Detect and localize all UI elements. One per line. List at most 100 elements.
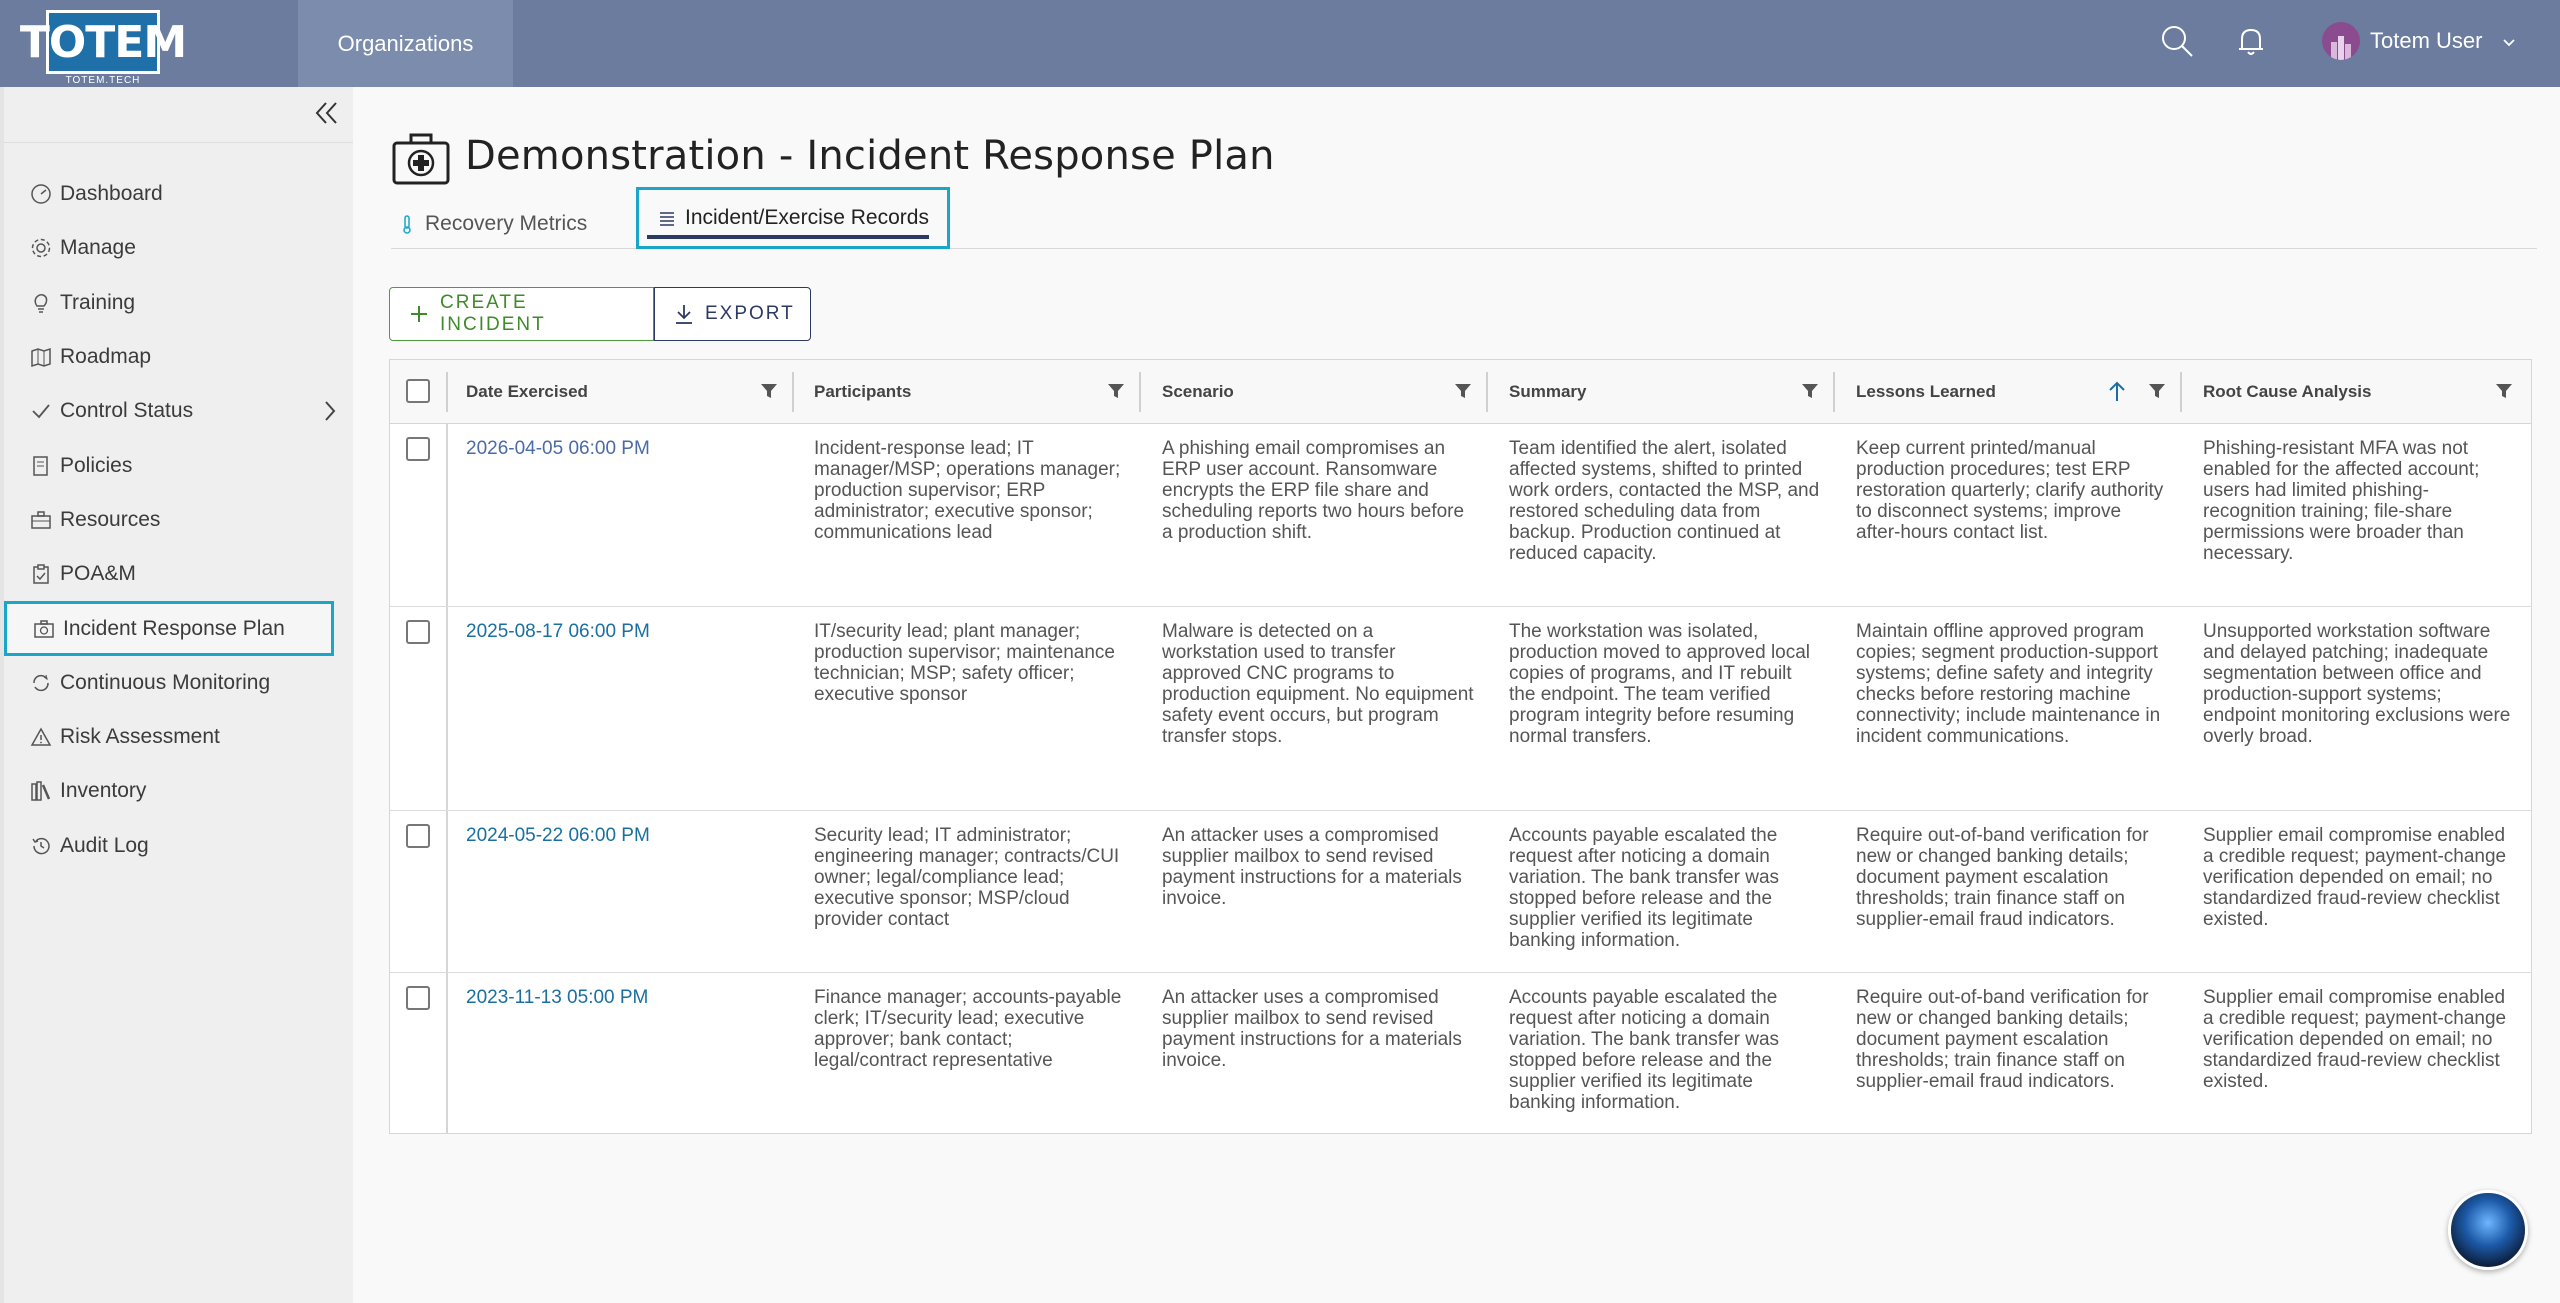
filter-icon[interactable] xyxy=(1107,382,1125,400)
sidebar-item-audit-log[interactable]: Audit Log xyxy=(4,819,357,873)
totem-logo[interactable]: TOTEM TOTEM.TECH xyxy=(20,10,187,86)
column-header-scenario[interactable]: Scenario xyxy=(1162,360,1234,424)
date-exercised-link[interactable]: 2025-08-17 06:00 PM xyxy=(466,621,786,642)
thermometer-icon xyxy=(397,214,417,234)
row-separator xyxy=(446,811,448,972)
download-icon xyxy=(675,304,693,324)
column-header-date-exercised[interactable]: Date Exercised xyxy=(466,360,588,424)
row-checkbox[interactable] xyxy=(406,620,430,644)
collapse-sidebar-icon[interactable] xyxy=(312,99,340,127)
table-row[interactable]: 2023-11-13 05:00 PM Finance manager; acc… xyxy=(390,973,2531,1133)
filter-icon[interactable] xyxy=(1801,382,1819,400)
sidebar-item-continuous-monitoring[interactable]: Continuous Monitoring xyxy=(4,656,357,710)
participants-cell: Security lead; IT administrator; enginee… xyxy=(814,825,1120,930)
cycle-icon xyxy=(30,672,52,694)
bell-icon[interactable] xyxy=(2234,24,2274,64)
scenario-cell: An attacker uses a compromised supplier … xyxy=(1162,987,1462,1071)
toolbar: CREATE INCIDENT EXPORT xyxy=(389,287,811,341)
column-separator[interactable] xyxy=(2180,372,2182,412)
column-header-participants[interactable]: Participants xyxy=(814,360,911,424)
filter-icon[interactable] xyxy=(2495,382,2513,400)
chevron-right-icon xyxy=(323,399,337,429)
sidebar-item-manage[interactable]: Manage xyxy=(4,221,357,275)
search-icon[interactable] xyxy=(2160,24,2200,64)
sidebar-item-label: Dashboard xyxy=(60,182,163,206)
column-separator[interactable] xyxy=(1139,372,1141,412)
row-checkbox[interactable] xyxy=(406,986,430,1010)
export-button[interactable]: EXPORT xyxy=(654,287,811,341)
books-icon xyxy=(30,780,52,802)
column-separator[interactable] xyxy=(1486,372,1488,412)
user-menu[interactable]: Totem User xyxy=(2322,22,2516,60)
column-header-summary[interactable]: Summary xyxy=(1509,360,1586,424)
gear-icon xyxy=(30,237,52,259)
sidebar-item-risk-assessment[interactable]: Risk Assessment xyxy=(4,710,357,764)
sidebar-item-policies[interactable]: Policies xyxy=(4,438,357,492)
chevron-down-icon xyxy=(2502,28,2516,54)
filter-icon[interactable] xyxy=(2148,382,2166,400)
select-all-checkbox[interactable] xyxy=(406,379,430,403)
create-incident-button[interactable]: CREATE INCIDENT xyxy=(389,287,654,341)
scenario-cell: Malware is detected on a workstation use… xyxy=(1162,621,1474,747)
sidebar-item-label: Roadmap xyxy=(60,345,152,369)
sidebar-item-label: Control Status xyxy=(60,399,194,423)
column-separator[interactable] xyxy=(792,372,794,412)
organizations-tab[interactable]: Organizations xyxy=(298,0,513,87)
sidebar-item-label: Incident Response Plan xyxy=(63,616,285,640)
scenario-cell: An attacker uses a compromised supplier … xyxy=(1162,825,1462,909)
sidebar-item-resources[interactable]: Resources xyxy=(4,493,357,547)
medical-kit-icon xyxy=(33,618,55,640)
tab-recovery-metrics[interactable]: Recovery Metrics xyxy=(397,199,587,249)
sidebar-item-training[interactable]: Training xyxy=(4,276,357,330)
sidebar-item-roadmap[interactable]: Roadmap xyxy=(4,330,357,384)
participants-cell: Incident-response lead; IT manager/MSP; … xyxy=(814,438,1121,543)
lightbulb-icon xyxy=(30,292,52,314)
sidebar-item-inventory[interactable]: Inventory xyxy=(4,764,357,818)
row-separator xyxy=(446,607,448,810)
page-title: Demonstration - Incident Response Plan xyxy=(465,133,1275,179)
sidebar-item-label: Inventory xyxy=(60,779,147,803)
column-separator[interactable] xyxy=(1833,372,1835,412)
date-exercised-link[interactable]: 2023-11-13 05:00 PM xyxy=(466,987,786,1008)
root-cause-cell: Supplier email compromise enabled a cred… xyxy=(2203,825,2507,930)
filter-icon[interactable] xyxy=(1454,382,1472,400)
logo-subtext: TOTEM.TECH xyxy=(65,75,141,86)
row-separator xyxy=(446,973,448,1133)
row-checkbox[interactable] xyxy=(406,824,430,848)
date-exercised-link[interactable]: 2024-05-22 06:00 PM xyxy=(466,825,786,846)
sidebar-item-label: Resources xyxy=(60,507,161,531)
summary-cell: Accounts payable escalated the request a… xyxy=(1509,987,1780,1113)
date-exercised-link[interactable]: 2026-04-05 06:00 PM xyxy=(466,438,786,459)
table-row[interactable]: 2024-05-22 06:00 PM Security lead; IT ad… xyxy=(390,811,2531,973)
tab-incident-exercise-records[interactable]: Incident/Exercise Records xyxy=(636,187,950,249)
root-cause-cell: Unsupported workstation software and del… xyxy=(2203,621,2511,747)
table-row[interactable]: 2026-04-05 06:00 PM Incident-response le… xyxy=(390,424,2531,607)
sidebar-item-label: POA&M xyxy=(60,562,136,586)
filter-icon[interactable] xyxy=(760,382,778,400)
column-header-root-cause-analysis[interactable]: Root Cause Analysis xyxy=(2203,360,2371,424)
sidebar-item-label: Manage xyxy=(60,236,136,260)
top-bar: TOTEM TOTEM.TECH Organizations Totem Use… xyxy=(0,0,2560,87)
lessons-learned-cell: Require out-of-band verification for new… xyxy=(1856,987,2149,1092)
sort-ascending-icon[interactable] xyxy=(2107,380,2125,401)
assistant-chat-button[interactable] xyxy=(2448,1190,2528,1270)
row-checkbox[interactable] xyxy=(406,437,430,461)
sidebar: Dashboard Manage Training Roadmap Contro… xyxy=(0,87,353,1303)
active-tab-indicator xyxy=(647,235,929,239)
user-name: Totem User xyxy=(2370,28,2483,53)
lessons-learned-cell: Maintain offline approved program copies… xyxy=(1856,621,2161,747)
table-row[interactable]: 2025-08-17 06:00 PM IT/security lead; pl… xyxy=(390,607,2531,811)
sidebar-item-control-status[interactable]: Control Status xyxy=(4,384,357,438)
export-label: EXPORT xyxy=(705,303,795,324)
sidebar-item-dashboard[interactable]: Dashboard xyxy=(4,167,357,221)
sidebar-item-incident-response-plan[interactable]: Incident Response Plan xyxy=(4,601,334,656)
row-separator xyxy=(446,424,448,606)
table-header: Date Exercised Participants Scenario Sum… xyxy=(390,360,2531,424)
participants-cell: Finance manager; accounts-payable clerk;… xyxy=(814,987,1122,1071)
check-icon xyxy=(30,400,52,422)
sidebar-nav: Dashboard Manage Training Roadmap Contro… xyxy=(4,167,357,873)
map-icon xyxy=(30,346,52,368)
sidebar-item-poam[interactable]: POA&M xyxy=(4,547,357,601)
create-incident-label: CREATE INCIDENT xyxy=(440,292,546,335)
column-header-lessons-learned[interactable]: Lessons Learned xyxy=(1856,360,1996,424)
